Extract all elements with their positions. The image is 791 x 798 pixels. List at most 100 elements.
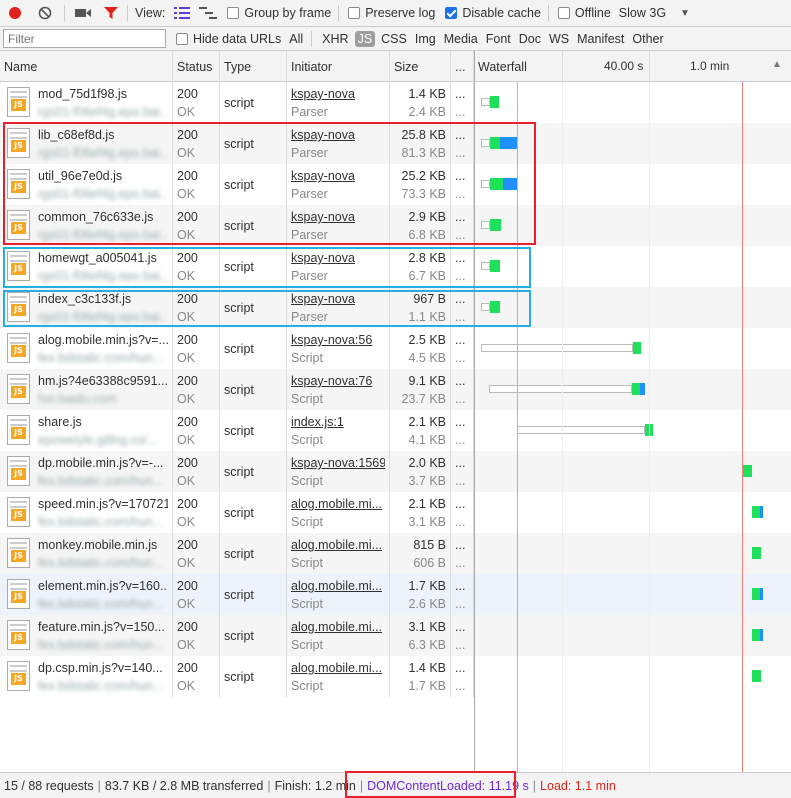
request-row[interactable]: JS util_96e7e0d.js rgs01-f06ef4g.epo.bai… [0, 164, 791, 205]
offline-checkbox[interactable]: Offline [557, 6, 611, 20]
name-cell[interactable]: JS homewgt_a005041.js rgs01-f06ef4g.epo.… [0, 246, 173, 287]
filter-type-doc[interactable]: Doc [519, 32, 541, 46]
hide-data-urls-checkbox[interactable]: Hide data URLs [176, 32, 281, 46]
request-row[interactable]: JS lib_c68ef8d.js rgs01-f06ef4g.epo.bai.… [0, 123, 791, 164]
initiator-link[interactable]: kspay-nova:76 [291, 374, 372, 388]
checkbox-box[interactable] [227, 7, 240, 19]
clear-icon[interactable] [36, 4, 54, 22]
initiator-link[interactable]: kspay-nova [291, 251, 355, 265]
header-status[interactable]: Status [173, 51, 220, 82]
transfer-size: 2.1 KB [408, 497, 446, 511]
filter-type-font[interactable]: Font [486, 32, 511, 46]
filter-type-other[interactable]: Other [632, 32, 663, 46]
record-icon[interactable] [6, 4, 24, 22]
request-row[interactable]: JS feature.min.js?v=150... fex.bdstatic.… [0, 615, 791, 656]
request-row[interactable]: JS homewgt_a005041.js rgs01-f06ef4g.epo.… [0, 246, 791, 287]
time-cell: ... ... [451, 451, 474, 492]
name-cell[interactable]: JS index_c3c133f.js rgs01-f06ef4g.epo.ba… [0, 287, 173, 328]
name-cell[interactable]: JS feature.min.js?v=150... fex.bdstatic.… [0, 615, 173, 656]
request-row[interactable]: JS monkey.mobile.min.js fex.bdstatic.com… [0, 533, 791, 574]
resource-size: 4.1 KB [408, 433, 446, 447]
header-time[interactable]: ... [451, 51, 474, 82]
sort-ascending-icon[interactable]: ▲ [772, 59, 782, 70]
checkbox-box[interactable] [176, 32, 188, 45]
name-cell[interactable]: JS util_96e7e0d.js rgs01-f06ef4g.epo.bai… [0, 164, 173, 205]
finish-time: Finish: 1.2 min [274, 778, 356, 793]
request-row[interactable]: JS common_76c633e.js rgs01-f06ef4g.epo.b… [0, 205, 791, 246]
header-size[interactable]: Size [390, 51, 451, 82]
initiator-cell: alog.mobile.mi... Script [287, 492, 390, 533]
filter-type-ws[interactable]: WS [549, 32, 569, 46]
filter-funnel-icon[interactable] [102, 4, 120, 22]
filter-input[interactable] [3, 29, 166, 48]
filter-type-img[interactable]: Img [415, 32, 436, 46]
throttling-select[interactable]: Slow 3G [619, 6, 666, 20]
filter-type-all[interactable]: All [289, 32, 303, 46]
name-cell[interactable]: JS speed.min.js?v=170721 fex.bdstatic.co… [0, 492, 173, 533]
filter-type-media[interactable]: Media [444, 32, 478, 46]
initiator-link[interactable]: kspay-nova [291, 87, 355, 101]
name-cell[interactable]: JS dp.mobile.min.js?v=-... fex.bdstatic.… [0, 451, 173, 492]
name-cell[interactable]: JS element.min.js?v=160... fex.bdstatic.… [0, 574, 173, 615]
initiator-type: Parser [291, 269, 328, 283]
time-value: ... [455, 497, 466, 511]
overview-icon[interactable] [199, 4, 218, 22]
status-cell: 200 OK [173, 574, 220, 615]
request-row[interactable]: JS mod_75d1f98.js rgs01-f06ef4g.epo.bai.… [0, 82, 791, 123]
checkbox-box[interactable] [557, 7, 570, 19]
request-row[interactable]: JS index_c3c133f.js rgs01-f06ef4g.epo.ba… [0, 287, 791, 328]
status-code: 200 [177, 620, 198, 634]
group-by-frame-checkbox[interactable]: Group by frame [227, 6, 331, 20]
name-cell[interactable]: JS common_76c633e.js rgs01-f06ef4g.epo.b… [0, 205, 173, 246]
initiator-link[interactable]: alog.mobile.mi... [291, 661, 382, 675]
size-cell: 9.1 KB 23.7 KB [390, 369, 451, 410]
request-row[interactable]: JS dp.mobile.min.js?v=-... fex.bdstatic.… [0, 451, 791, 492]
name-cell[interactable]: JS lib_c68ef8d.js rgs01-f06ef4g.epo.bai.… [0, 123, 173, 164]
initiator-link[interactable]: alog.mobile.mi... [291, 497, 382, 511]
checkbox-box[interactable] [348, 7, 361, 19]
request-row[interactable]: JS element.min.js?v=160... fex.bdstatic.… [0, 574, 791, 615]
preserve-log-checkbox[interactable]: Preserve log [348, 6, 435, 20]
name-cell[interactable]: JS alog.mobile.min.js?v=... fex.bdstatic… [0, 328, 173, 369]
request-row[interactable]: JS share.js epoweiyle.gitlng.co/... 200 … [0, 410, 791, 451]
filter-type-js[interactable]: JS [354, 30, 376, 47]
initiator-link[interactable]: kspay-nova [291, 292, 355, 306]
request-row[interactable]: JS dp.csp.min.js?v=140... fex.bdstatic.c… [0, 656, 791, 697]
initiator-link[interactable]: kspay-nova [291, 210, 355, 224]
initiator-link[interactable]: alog.mobile.mi... [291, 620, 382, 634]
initiator-link[interactable]: alog.mobile.mi... [291, 579, 382, 593]
filter-type-manifest[interactable]: Manifest [577, 32, 624, 46]
request-row[interactable]: JS alog.mobile.min.js?v=... fex.bdstatic… [0, 328, 791, 369]
checkbox-box-checked[interactable] [445, 7, 458, 19]
large-rows-icon[interactable] [173, 4, 191, 22]
request-name: monkey.mobile.min.js [38, 538, 158, 552]
header-name[interactable]: Name [0, 51, 173, 82]
name-cell[interactable]: JS share.js epoweiyle.gitlng.co/... [0, 410, 173, 451]
status-code: 200 [177, 210, 198, 224]
waterfall-waiting-bar [743, 465, 752, 477]
initiator-link[interactable]: index.js:1 [291, 415, 344, 429]
initiator-link[interactable]: kspay-nova [291, 169, 355, 183]
initiator-link[interactable]: kspay-nova:56 [291, 333, 372, 347]
header-initiator[interactable]: Initiator [287, 51, 390, 82]
resource-type: script [224, 670, 254, 684]
initiator-link[interactable]: kspay-nova [291, 128, 355, 142]
disable-cache-checkbox[interactable]: Disable cache [445, 6, 541, 20]
chevron-down-icon[interactable]: ▼ [680, 8, 690, 19]
initiator-link[interactable]: alog.mobile.mi... [291, 538, 382, 552]
initiator-link[interactable]: kspay-nova:1569 [291, 456, 385, 470]
resource-size: 6.8 KB [408, 228, 446, 242]
request-row[interactable]: JS hm.js?4e63388c9591... hm.baidu.com 20… [0, 369, 791, 410]
status-separator: | [267, 778, 271, 793]
request-row[interactable]: JS speed.min.js?v=170721 fex.bdstatic.co… [0, 492, 791, 533]
screenshot-camera-icon[interactable] [74, 4, 92, 22]
name-cell[interactable]: JS hm.js?4e63388c9591... hm.baidu.com [0, 369, 173, 410]
filter-type-xhr[interactable]: XHR [322, 32, 348, 46]
group-by-frame-label: Group by frame [244, 6, 332, 20]
name-cell[interactable]: JS dp.csp.min.js?v=140... fex.bdstatic.c… [0, 656, 173, 697]
name-cell[interactable]: JS monkey.mobile.min.js fex.bdstatic.com… [0, 533, 173, 574]
name-cell[interactable]: JS mod_75d1f98.js rgs01-f06ef4g.epo.bai.… [0, 82, 173, 123]
header-type[interactable]: Type [220, 51, 287, 82]
filter-type-css[interactable]: CSS [381, 32, 407, 46]
type-cell: script [220, 328, 287, 369]
